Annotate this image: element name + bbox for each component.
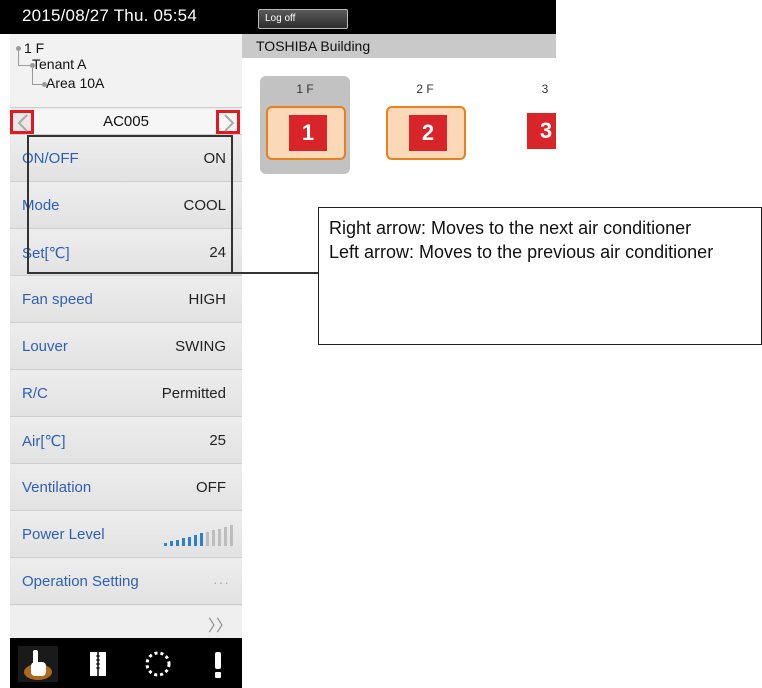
floor-tile-box: 2: [386, 106, 466, 160]
row-value: HIGH: [188, 291, 227, 308]
more-row[interactable]: 〉〉: [10, 606, 242, 638]
tree-tenant[interactable]: Tenant A: [32, 56, 87, 72]
callout-right-arrow-text: Right arrow: Moves to the next air condi…: [329, 218, 692, 238]
row-label: Power Level: [22, 526, 105, 543]
tree-connector: [18, 51, 19, 65]
tree-area[interactable]: Area 10A: [46, 75, 104, 91]
alert-icon[interactable]: [198, 646, 238, 682]
location-tree: 1 F Tenant A Area 10A: [10, 34, 242, 108]
row-label: Operation Setting: [22, 573, 139, 590]
row-label: Air[℃]: [22, 433, 66, 450]
row-mode[interactable]: Mode COOL: [10, 182, 242, 229]
floor-tile-1f[interactable]: 1 F 1: [260, 76, 350, 174]
row-label: R/C: [22, 385, 48, 402]
building-name: TOSHIBA Building: [256, 38, 371, 54]
more-dots-icon: ···: [213, 574, 230, 590]
refresh-circle-icon[interactable]: [138, 646, 178, 682]
power-level-icon: [156, 524, 236, 546]
row-value: Permitted: [161, 385, 226, 402]
row-on-off[interactable]: ON/OFF ON: [10, 135, 242, 182]
row-rc[interactable]: R/C Permitted: [10, 370, 242, 417]
floor-tile-2f[interactable]: 2 F 2: [380, 76, 470, 174]
row-label: ON/OFF: [22, 150, 79, 167]
power-level-bar: [188, 536, 191, 546]
row-operation-setting[interactable]: Operation Setting ···: [10, 558, 242, 605]
schedule-book-icon[interactable]: [78, 646, 118, 682]
floor-tile-3f[interactable]: 3 3: [500, 76, 556, 174]
power-level-bar: [224, 527, 227, 546]
row-label: Fan speed: [22, 291, 93, 308]
callout-left-arrow-text: Left arrow: Moves to the previous air co…: [329, 242, 714, 262]
row-ventilation[interactable]: Ventilation OFF: [10, 464, 242, 511]
ac-name: AC005: [103, 113, 149, 130]
ac-selector: AC005: [10, 109, 242, 135]
row-value: 24: [209, 244, 226, 261]
power-level-bar: [218, 528, 221, 546]
left-panel: 1 F Tenant A Area 10A AC005 ON/OFF ON Mo…: [10, 34, 242, 688]
building-header: TOSHIBA Building: [242, 34, 556, 58]
annotation-connector-line: [233, 272, 318, 274]
floor-number: 3: [527, 113, 556, 149]
row-louver[interactable]: Louver SWING: [10, 323, 242, 370]
row-value: ON: [203, 150, 227, 167]
floor-label: 3: [541, 82, 549, 96]
power-level-bar: [164, 543, 167, 546]
row-value: SWING: [175, 338, 226, 355]
footer-toolbar: [10, 638, 242, 688]
row-value: OFF: [196, 479, 226, 496]
power-level-bar: [182, 538, 185, 546]
power-level-bar: [212, 530, 215, 546]
status-list: ON/OFF ON Mode COOL Set[℃] 24 Fan speed …: [10, 135, 242, 605]
power-level-bar: [176, 539, 179, 546]
row-air-temp[interactable]: Air[℃] 25: [10, 417, 242, 464]
next-ac-button[interactable]: [216, 110, 240, 134]
power-level-bar: [170, 541, 173, 546]
row-label: Mode: [22, 197, 60, 214]
row-power-level[interactable]: Power Level: [10, 511, 242, 558]
power-level-bar: [206, 531, 209, 546]
power-level-bar: [200, 533, 203, 546]
log-off-button[interactable]: Log off: [258, 9, 348, 29]
row-set-temp[interactable]: Set[℃] 24: [10, 229, 242, 276]
row-value: 25: [209, 432, 226, 449]
double-chevron-right-icon: 〉〉: [207, 618, 232, 635]
top-bar: 2015/08/27 Thu. 05:54 Log off: [0, 0, 556, 34]
floor-tile-box: 3: [506, 106, 556, 160]
floor-selector: 1 F 1 2 F 2 3 3: [242, 58, 556, 188]
power-level-bar: [230, 525, 233, 546]
row-label: Louver: [22, 338, 68, 355]
row-fan-speed[interactable]: Fan speed HIGH: [10, 276, 242, 323]
row-label: Ventilation: [22, 479, 92, 496]
floor-label: 1 F: [296, 82, 314, 96]
annotation-callout: Right arrow: Moves to the next air condi…: [318, 207, 762, 345]
floor-label: 2 F: [416, 82, 434, 96]
date-time-display: 2015/08/27 Thu. 05:54: [22, 6, 197, 25]
chevron-right-icon: [224, 114, 235, 132]
row-value: COOL: [183, 197, 226, 214]
tree-floor[interactable]: 1 F: [24, 40, 44, 56]
floor-number: 1: [289, 115, 327, 151]
hand-pointer-icon[interactable]: [18, 646, 58, 682]
floor-number: 2: [409, 115, 447, 151]
floor-tile-box: 1: [266, 106, 346, 160]
power-level-bar: [194, 535, 197, 546]
row-label: Set[℃]: [22, 245, 70, 262]
